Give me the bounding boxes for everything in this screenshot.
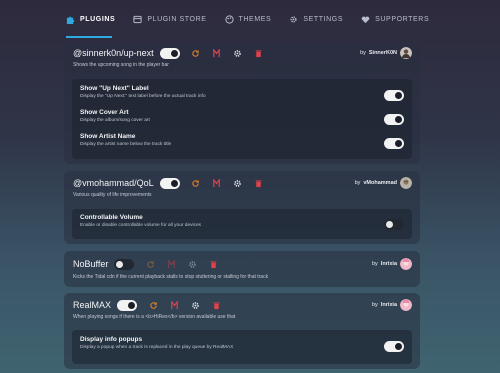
setting-description: Display the artist name below the track … [80,142,172,147]
author-name: Inrixia [380,302,397,308]
author-prefix: by [360,50,366,56]
setting-toggle[interactable] [384,90,404,101]
gear-icon[interactable] [187,259,197,269]
plugin-description: When playing songs if there is a <b>HiRe… [73,314,236,320]
author-prefix: by [354,180,361,186]
tab-supporters[interactable]: SUPPORTERS [361,0,429,38]
plugin-author: by Inrixia [372,258,412,270]
plugin-header: @sinnerk0n/up-next [73,46,264,60]
plugin-settings-panel: Display info popups Display a popup when… [72,330,412,364]
plugin-author: by vMohammad [355,177,412,189]
setting-row: Controllable Volume Enable or disable co… [80,214,404,236]
top-nav: PLUGINS PLUGIN STORE THEMES SETTINGS SUP… [0,0,500,38]
tab-label: PLUGIN STORE [147,15,207,23]
author-prefix: by [371,302,378,308]
plugin-card-up-next: @sinnerk0n/up-next by SinnerK0N Shows the… [64,42,420,164]
tab-settings[interactable]: SETTINGS [289,0,343,38]
setting-title: Show "Up Next" Label [80,85,149,92]
github-icon[interactable] [166,259,176,269]
reload-icon[interactable] [191,48,201,58]
setting-title: Show Artist Name [80,133,136,140]
setting-row: Show Cover Art Display the album/song co… [80,109,404,131]
plugin-header: @vmohammad/QoL [73,176,264,190]
avatar [400,47,412,59]
author-name: vMohammad [363,180,397,186]
plugin-description: Various quality of life improvements [73,192,152,198]
github-icon[interactable] [169,300,179,310]
plugin-name: @sinnerk0n/up-next [73,48,154,58]
active-tab-indicator [66,36,112,38]
store-icon [133,15,142,23]
author-name: SinnerK0N [368,50,397,56]
trash-icon[interactable] [254,178,264,188]
gear-icon [290,15,297,23]
tab-label: PLUGINS [80,15,116,23]
plugin-card-realmax: RealMAX by Inrixia When playing songs if … [64,293,420,369]
tab-label: SETTINGS [303,15,344,23]
puzzle-icon [66,16,75,24]
plugin-card-nobuffer: NoBuffer by Inrixia Kicks the Tidal cdn i… [64,251,420,287]
plugin-settings-panel: Show "Up Next" Label Display the "Up Nex… [72,79,412,159]
plugin-enable-toggle[interactable] [159,47,180,59]
plugin-settings-panel: Controllable Volume Enable or disable co… [72,209,412,239]
github-icon[interactable] [212,178,222,188]
plugin-header: NoBuffer [73,257,218,271]
plugin-header: RealMAX [73,298,221,312]
setting-toggle[interactable] [384,341,404,352]
tab-label: SUPPORTERS [375,15,430,23]
plugin-description: Kicks the Tidal cdn if the current playb… [73,274,269,280]
tab-themes[interactable]: THEMES [224,0,272,38]
setting-title: Display info popups [80,336,143,343]
setting-row: Show "Up Next" Label Display the "Up Nex… [80,85,404,107]
setting-description: Display a popup when a track is replaced… [80,345,234,350]
avatar [400,177,412,189]
setting-row: Show Artist Name Display the artist name… [80,133,404,155]
trash-icon[interactable] [208,259,218,269]
gear-icon[interactable] [190,300,200,310]
setting-title: Controllable Volume [80,214,143,221]
setting-row: Display info popups Display a popup when… [80,336,404,358]
gear-icon[interactable] [233,48,243,58]
setting-toggle[interactable] [384,219,404,230]
avatar [400,299,412,311]
gear-icon[interactable] [233,178,243,188]
avatar [400,258,412,270]
author-name: Inrixia [380,261,397,267]
plugin-description: Shows the upcoming song in the player ba… [73,62,169,68]
plugin-name: NoBuffer [73,259,109,269]
plugin-enable-toggle[interactable] [117,299,138,311]
setting-description: Display the album/song cover art [80,118,150,123]
setting-title: Show Cover Art [80,109,129,116]
plugin-author: by Inrixia [372,299,412,311]
setting-toggle[interactable] [384,138,404,149]
tab-plugins[interactable]: PLUGINS [66,0,115,38]
author-prefix: by [371,261,378,267]
trash-icon[interactable] [211,300,221,310]
plugin-enable-toggle[interactable] [159,177,180,189]
plugin-author: by SinnerK0N [360,47,412,59]
reload-icon[interactable] [191,178,201,188]
plugin-card-qol: @vmohammad/QoL by vMohammad Various quali… [64,171,420,244]
tab-plugin-store[interactable]: PLUGIN STORE [133,0,206,38]
setting-description: Display the "Up Next:" text label before… [80,94,206,99]
palette-icon [224,14,234,24]
setting-description: Enable or disable controllable volume fo… [80,223,202,228]
setting-toggle[interactable] [384,114,404,125]
plugin-enable-toggle[interactable] [114,258,135,270]
plugin-name: RealMAX [73,300,112,310]
github-icon[interactable] [212,48,222,58]
reload-icon[interactable] [145,259,155,269]
plugin-name: @vmohammad/QoL [73,178,154,188]
heart-icon [361,16,370,23]
tab-label: THEMES [238,15,272,23]
trash-icon[interactable] [254,48,264,58]
reload-icon[interactable] [148,300,158,310]
